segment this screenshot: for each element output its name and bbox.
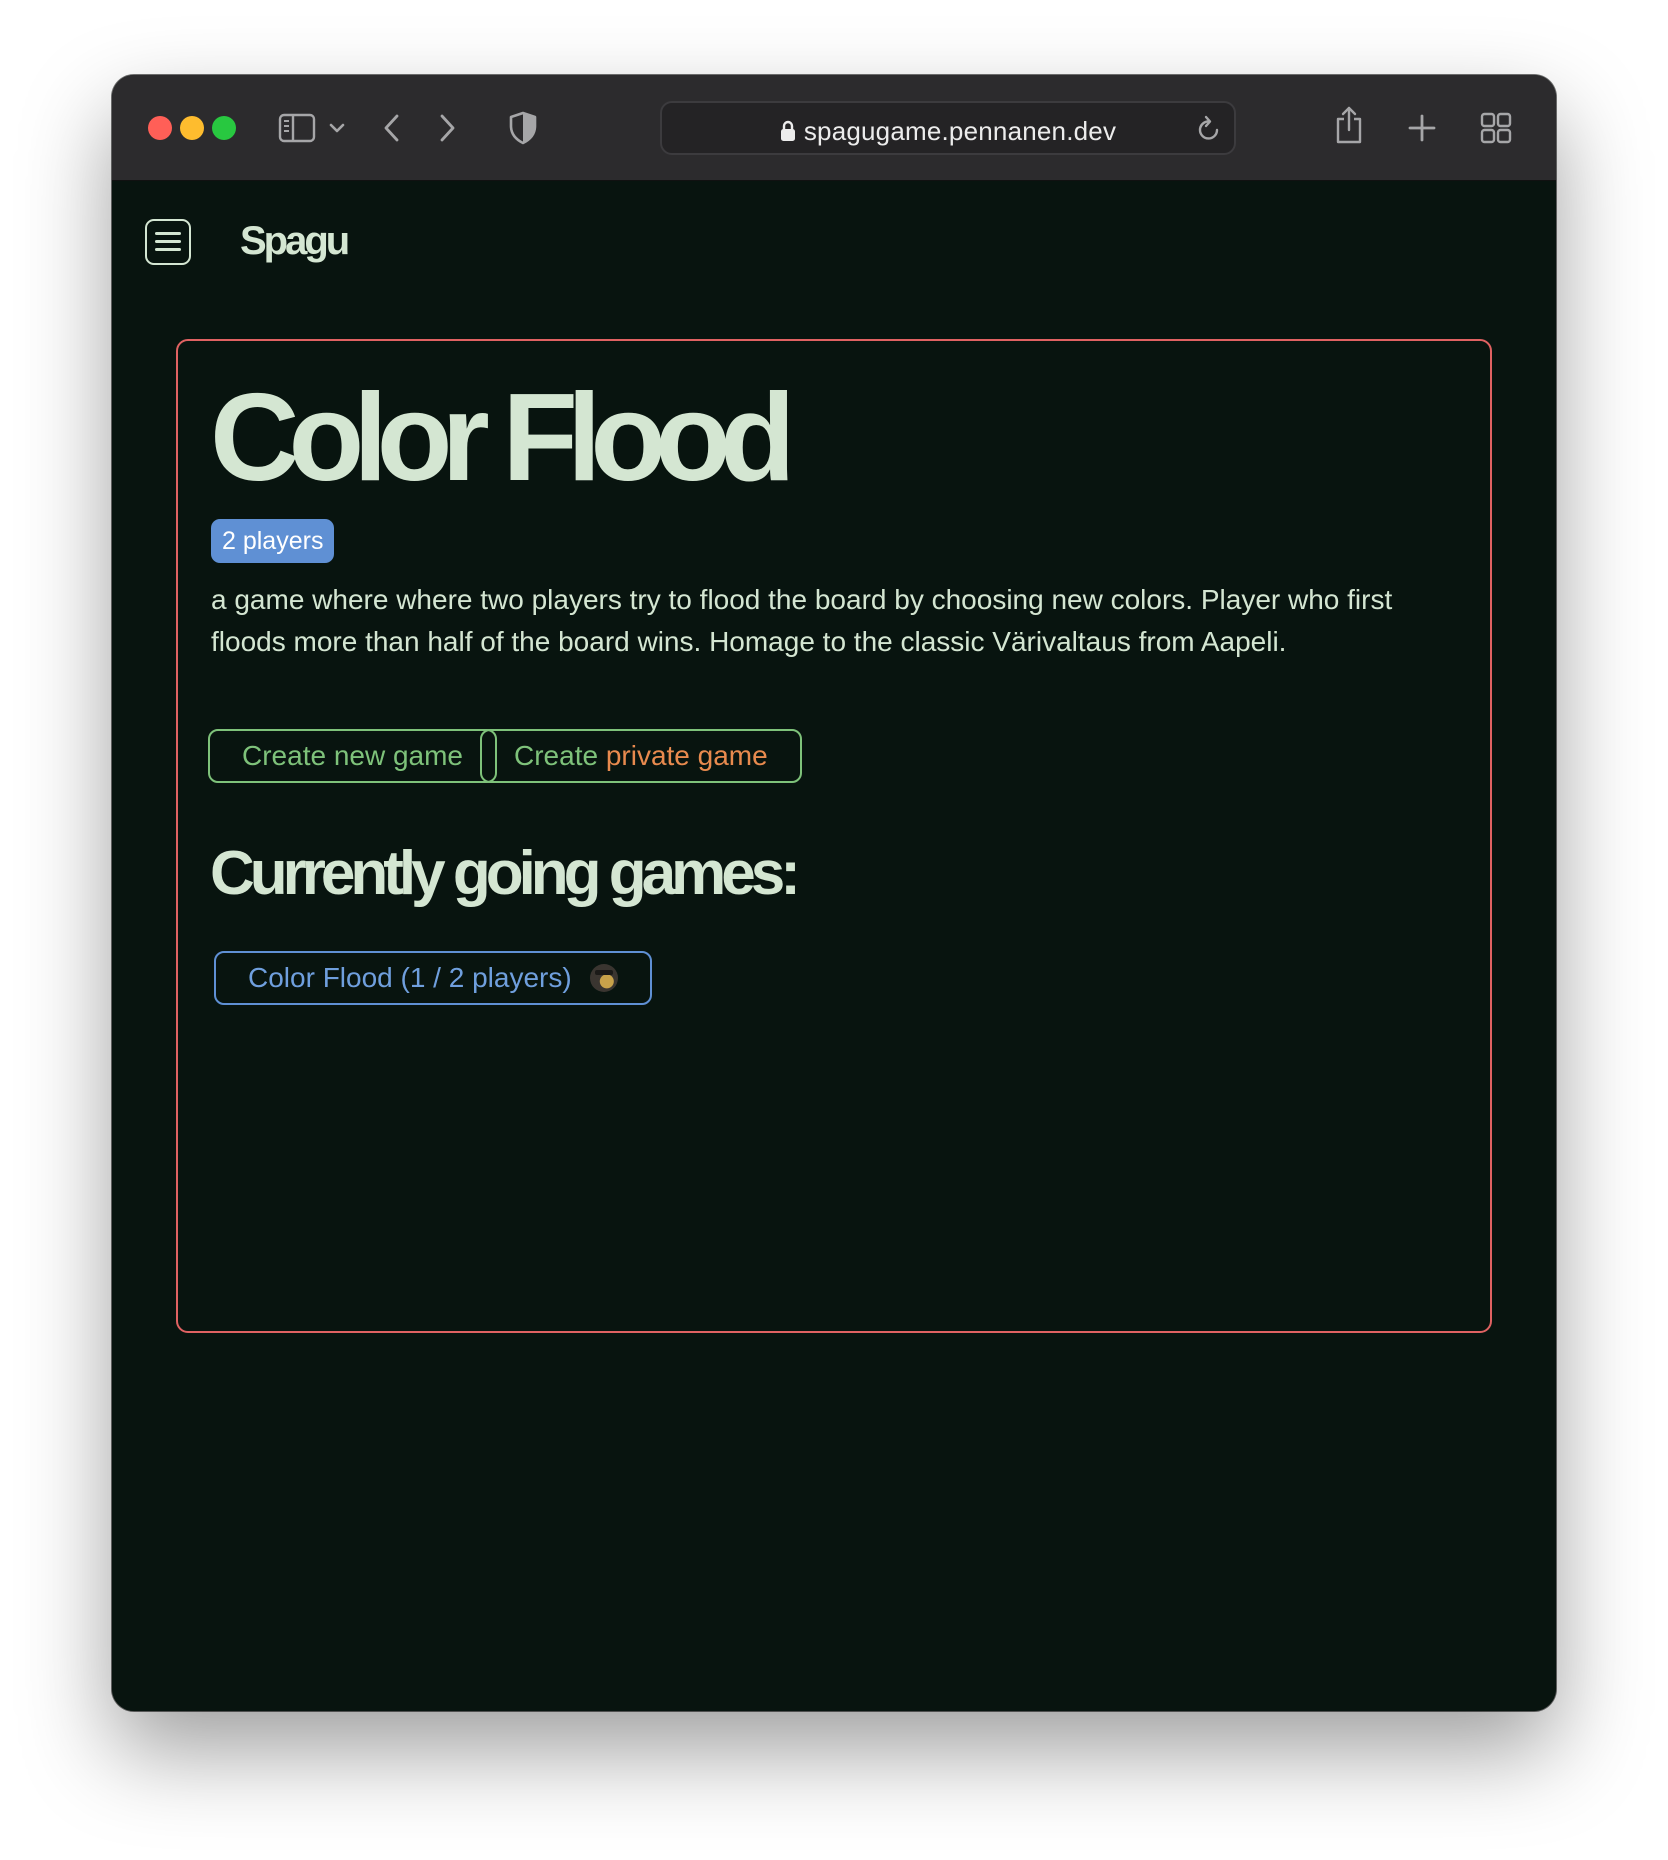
private-button-accent: private game bbox=[605, 740, 768, 771]
current-game-link[interactable]: Color Flood (1 / 2 players) bbox=[214, 951, 652, 1005]
tab-overview-icon[interactable] bbox=[1478, 108, 1514, 148]
sidebar-icon[interactable] bbox=[277, 108, 317, 148]
share-icon[interactable] bbox=[1332, 101, 1366, 149]
forward-arrow-icon[interactable] bbox=[432, 108, 462, 148]
game-title: Color Flood bbox=[210, 369, 796, 507]
create-new-game-button[interactable]: Create new game bbox=[208, 729, 498, 783]
create-private-game-button[interactable]: Create private game bbox=[480, 729, 802, 783]
game-description: a game where where two players try to fl… bbox=[211, 584, 1393, 657]
lock-icon bbox=[780, 118, 796, 149]
zoom-window-button[interactable] bbox=[212, 116, 236, 140]
game-card: Color Flood 2 players a game where where… bbox=[176, 339, 1492, 1333]
address-bar[interactable]: spagugame.pennanen.dev bbox=[660, 101, 1236, 155]
current-games-heading: Currently going games: bbox=[210, 839, 801, 908]
site-logo[interactable]: Spagu bbox=[240, 219, 350, 264]
minimize-window-button[interactable] bbox=[180, 116, 204, 140]
reload-icon[interactable] bbox=[1196, 113, 1222, 147]
hamburger-menu-icon[interactable] bbox=[145, 219, 191, 265]
chevron-down-icon[interactable] bbox=[325, 113, 349, 143]
current-game-label: Color Flood (1 / 2 players) bbox=[248, 962, 572, 993]
avatar bbox=[589, 964, 618, 992]
players-badge: 2 players bbox=[211, 519, 335, 563]
close-window-button[interactable] bbox=[148, 116, 172, 140]
url-text: spagugame.pennanen.dev bbox=[803, 116, 1117, 146]
private-button-prefix: Create bbox=[514, 740, 599, 771]
browser-window: spagugame.pennanen.dev Spagu Color Flood… bbox=[112, 75, 1556, 1711]
page-content: Spagu Color Flood 2 players a game where… bbox=[112, 181, 1556, 1711]
back-arrow-icon[interactable] bbox=[377, 108, 407, 148]
shield-icon[interactable] bbox=[505, 108, 541, 148]
browser-toolbar: spagugame.pennanen.dev bbox=[112, 75, 1556, 181]
plus-icon[interactable] bbox=[1405, 108, 1439, 148]
